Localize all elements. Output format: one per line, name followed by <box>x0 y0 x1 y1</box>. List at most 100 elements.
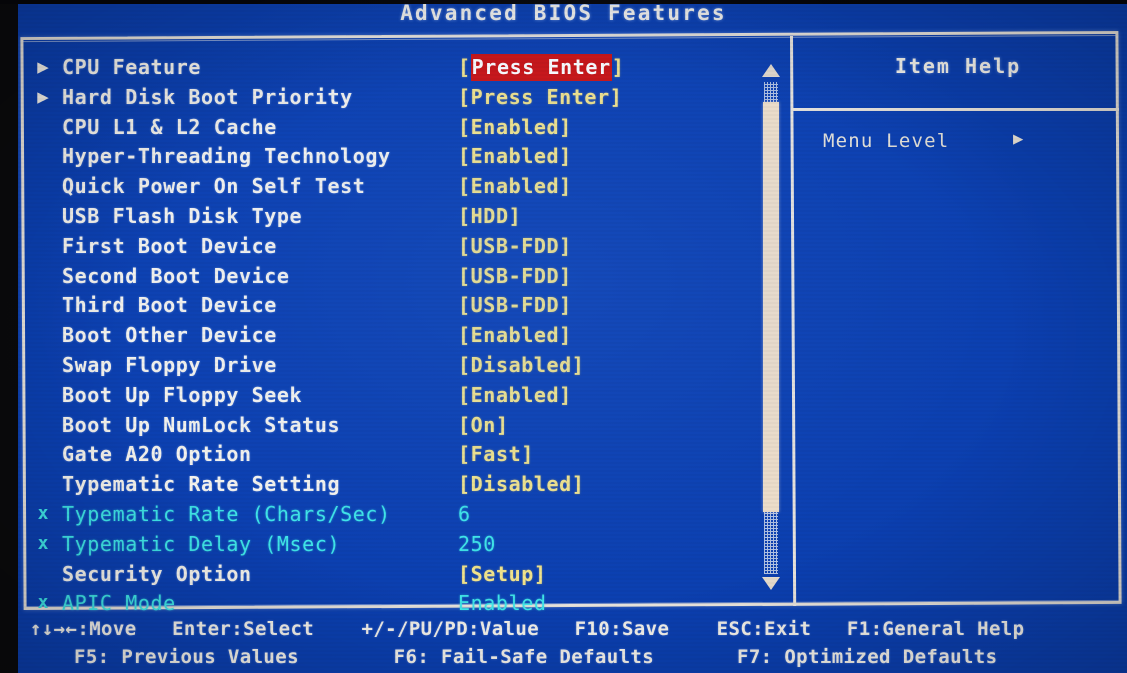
scroll-up-arrow-icon[interactable] <box>762 64 780 77</box>
setting-value[interactable]: [Disabled] <box>458 350 584 380</box>
settings-row[interactable]: Third Boot Device [USB-FDD] <box>30 290 760 320</box>
value-bracket-close: ] <box>495 412 509 437</box>
setting-value[interactable]: [Press Enter] <box>458 52 624 82</box>
value-text: Enabled <box>470 144 560 169</box>
setting-value[interactable]: 6 <box>458 499 471 529</box>
setting-label: Typematic Rate (Chars/Sec) <box>62 502 391 526</box>
setting-label: Swap Floppy Drive <box>62 353 277 377</box>
setting-value[interactable]: [Enabled] <box>458 171 572 201</box>
value-bracket-close: ] <box>571 472 585 497</box>
setting-label: Typematic Delay (Msec) <box>62 531 341 556</box>
settings-row[interactable]: Hyper-Threading Technology [Enabled] <box>30 141 760 171</box>
setting-value[interactable]: [On] <box>458 410 509 440</box>
settings-row[interactable]: First Boot Device [USB-FDD] <box>30 231 760 261</box>
value-text: Setup <box>470 561 534 586</box>
setting-value[interactable]: 250 <box>458 529 496 559</box>
settings-row[interactable]: Quick Power On Self Test [Enabled] <box>30 171 760 201</box>
item-help-separator <box>793 108 1119 111</box>
locked-item-icon: x <box>37 532 49 554</box>
value-bracket-close: ] <box>508 204 522 228</box>
value-text: USB-FDD <box>470 263 560 288</box>
value-bracket-close: ] <box>571 353 585 377</box>
setting-value[interactable]: [Enabled] <box>458 141 572 171</box>
monitor-bezel-top <box>0 0 1127 4</box>
value-bracket-open: [ <box>458 55 471 79</box>
value-bracket-close: ] <box>521 442 534 467</box>
menu-level-arrow-icon: ▶ <box>1013 129 1025 149</box>
setting-label: Third Boot Device <box>62 293 277 318</box>
value-text: Press Enter <box>470 84 610 109</box>
value-bracket-open: [ <box>458 382 471 407</box>
settings-row[interactable]: Second Boot Device [USB-FDD] <box>30 261 760 291</box>
value-text: Disabled <box>470 353 572 377</box>
setting-label: Boot Up NumLock Status <box>62 412 341 437</box>
item-help-title: Item Help <box>894 54 1022 78</box>
value-bracket-close: ] <box>559 293 572 318</box>
settings-row[interactable]: ▶ CPU Feature [Press Enter] <box>30 52 760 82</box>
setting-label: Hard Disk Boot Priority <box>62 84 353 109</box>
setting-value[interactable]: [Press Enter] <box>458 82 622 112</box>
value-bracket-open: [ <box>458 561 471 586</box>
value-bracket-open: [ <box>458 114 471 139</box>
settings-scrollbar[interactable] <box>758 56 784 596</box>
locked-item-icon: x <box>37 503 49 524</box>
setting-value[interactable]: [Setup] <box>458 559 547 589</box>
setting-value[interactable]: [USB-FDD] <box>458 231 572 261</box>
settings-row[interactable]: Typematic Rate Setting [Disabled] <box>30 469 760 499</box>
value-bracket-close: ] <box>533 561 547 586</box>
setting-label: Boot Up Floppy Seek <box>62 382 303 407</box>
setting-value[interactable]: [Enabled] <box>458 112 572 142</box>
value-bracket-close: ] <box>559 382 572 407</box>
setting-value[interactable]: [Enabled] <box>458 320 572 350</box>
submenu-arrow-icon: ▶ <box>37 56 49 78</box>
scrollbar-thumb[interactable] <box>763 102 779 512</box>
settings-row[interactable]: Security Option [Setup] <box>30 559 760 589</box>
value-text: On <box>470 412 496 437</box>
value-bracket-open: [ <box>458 323 471 348</box>
menu-level-row: Menu Level ▶ <box>823 129 1023 152</box>
settings-row[interactable]: Boot Up Floppy Seek [Enabled] <box>30 380 760 410</box>
setting-value[interactable]: [Fast] <box>458 439 534 469</box>
setting-label: Typematic Rate Setting <box>62 472 341 497</box>
settings-row[interactable]: x Typematic Rate (Chars/Sec) 6 <box>30 499 760 529</box>
value-text: Enabled <box>470 323 560 348</box>
value-text: Enabled <box>470 174 560 199</box>
setting-label: First Boot Device <box>62 233 277 258</box>
settings-row[interactable]: x Typematic Delay (Msec) 250 <box>30 529 760 559</box>
value-bracket-close: ] <box>611 55 625 79</box>
setting-label: USB Flash Disk Type <box>62 204 303 228</box>
value-bracket-close: ] <box>559 323 572 348</box>
settings-row[interactable]: Swap Floppy Drive [Disabled] <box>30 350 760 380</box>
setting-label: Boot Other Device <box>62 323 277 348</box>
value-bracket-close: ] <box>559 114 572 139</box>
value-text: USB-FDD <box>470 233 560 258</box>
value-bracket-open: [ <box>458 233 471 258</box>
setting-value[interactable]: [Disabled] <box>458 469 584 499</box>
settings-row[interactable]: Boot Up NumLock Status [On] <box>30 410 760 440</box>
settings-row[interactable]: Boot Other Device [Enabled] <box>30 320 760 350</box>
value-bracket-open: [ <box>458 412 471 437</box>
settings-row[interactable]: ▶ Hard Disk Boot Priority [Press Enter] <box>30 82 760 112</box>
value-text: Fast <box>470 442 522 467</box>
setting-value[interactable]: [HDD] <box>458 201 521 231</box>
settings-row[interactable]: USB Flash Disk Type [HDD] <box>30 201 760 231</box>
value-bracket-open: [ <box>458 84 471 109</box>
setting-value[interactable]: [Enabled] <box>458 380 572 410</box>
settings-row[interactable]: CPU L1 & L2 Cache [Enabled] <box>30 112 760 142</box>
settings-list: ▶ CPU Feature [Press Enter] ▶ Hard Disk Boot… <box>30 52 760 615</box>
value-text: Enabled <box>470 114 560 139</box>
setting-value[interactable]: [USB-FDD] <box>458 290 572 320</box>
setting-label: CPU Feature <box>62 55 202 79</box>
value-text: Press Enter <box>470 54 612 81</box>
value-bracket-open: [ <box>458 144 471 169</box>
value-bracket-open: [ <box>458 353 471 377</box>
value-bracket-close: ] <box>559 174 572 199</box>
scroll-down-arrow-icon[interactable] <box>762 577 780 590</box>
submenu-arrow-icon: ▶ <box>37 85 49 108</box>
value-bracket-open: [ <box>458 204 471 228</box>
value-text: Enabled <box>470 382 560 407</box>
settings-row[interactable]: Gate A20 Option [Fast] <box>30 439 760 469</box>
setting-value[interactable]: [USB-FDD] <box>458 261 572 291</box>
value-bracket-close: ] <box>559 233 572 258</box>
value-text: 250 <box>458 531 496 556</box>
